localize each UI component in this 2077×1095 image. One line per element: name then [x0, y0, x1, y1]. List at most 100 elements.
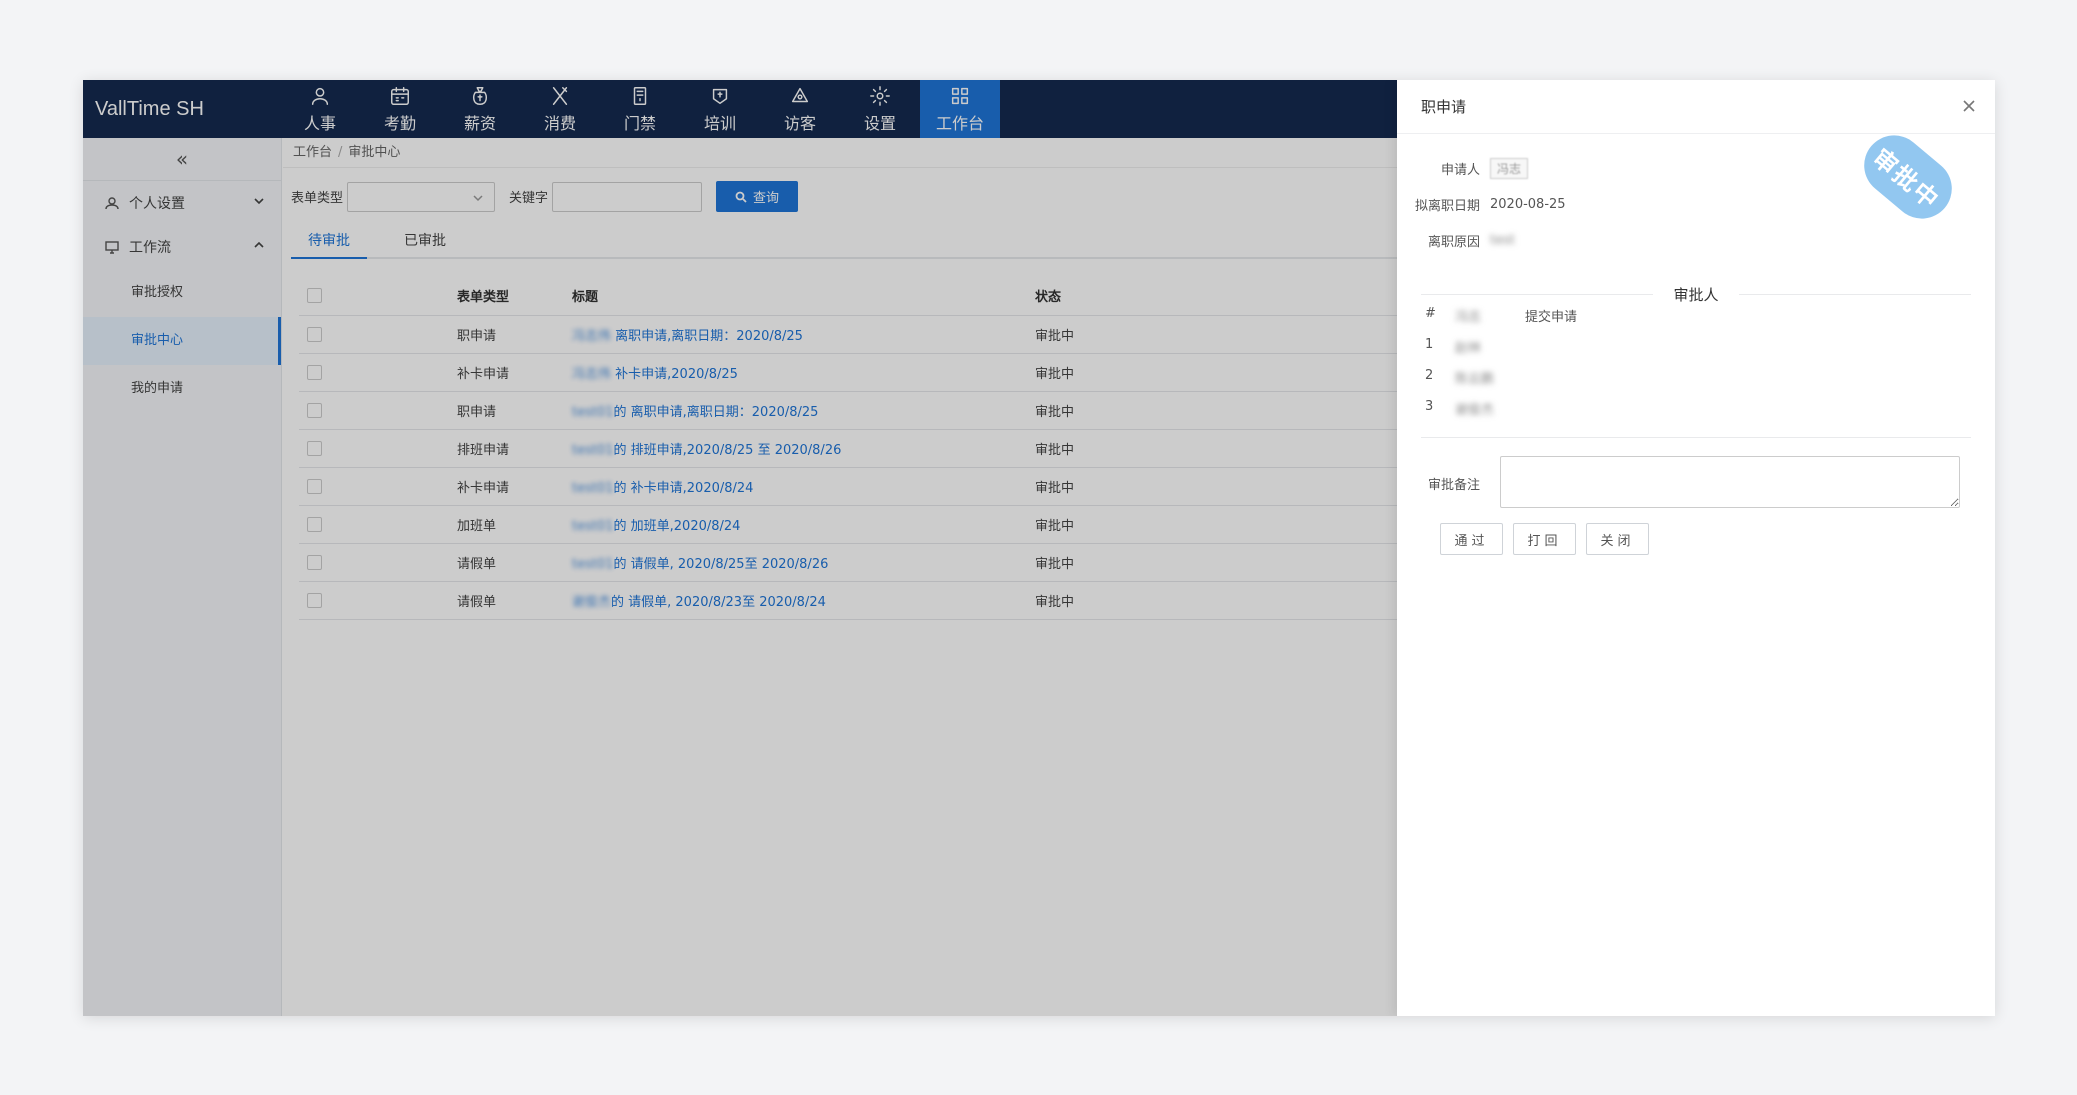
row-status: 审批中 — [1035, 429, 1429, 468]
row-checkbox-cell — [299, 429, 329, 468]
sidebar-item-my-applications[interactable]: 我的申请 — [83, 365, 281, 413]
row-title-text: 的 请假单, 2020/8/23至 2020/8/24 — [611, 594, 826, 610]
nav-item-salary[interactable]: 薪资 — [440, 80, 520, 138]
row-status: 审批中 — [1035, 353, 1429, 392]
row-form-type: 补卡申请 — [329, 467, 572, 506]
row-form-type: 请假单 — [329, 581, 572, 620]
field-label: 拟离职日期 — [1414, 199, 1480, 214]
tab-pending[interactable]: 待审批 — [291, 225, 367, 259]
approver-name: 陈云鹏 — [1455, 372, 1495, 387]
nav-item-access-control[interactable]: 门禁 — [600, 80, 680, 138]
row-title-text: 离职申请,离职日期：2020/8/25 — [611, 328, 803, 344]
approver-num: 2 — [1425, 368, 1434, 383]
nav-item-workbench[interactable]: 工作台 — [920, 80, 1000, 138]
nav-label: 培训 — [703, 113, 736, 133]
sidebar-collapse-button[interactable]: « — [83, 138, 281, 181]
chevron-down-icon — [473, 194, 483, 201]
row-checkbox[interactable] — [307, 554, 322, 570]
row-title-link[interactable]: 谢俊杰的 请假单, 2020/8/23至 2020/8/24 — [572, 581, 1035, 620]
row-title-link[interactable]: test01的 加班单,2020/8/24 — [572, 505, 1035, 544]
row-form-type: 排班申请 — [329, 429, 572, 468]
row-title-text: 的 排班申请,2020/8/25 至 2020/8/26 — [613, 442, 842, 458]
row-form-type: 补卡申请 — [329, 353, 572, 392]
sidebar-item-approval-authorization[interactable]: 审批授权 — [83, 269, 281, 317]
row-form-type: 请假单 — [329, 543, 572, 582]
approver-row: 1 赵林 — [1425, 337, 1525, 356]
row-checkbox[interactable] — [307, 592, 322, 608]
row-title-link[interactable]: 冯志伟 补卡申请,2020/8/25 — [572, 353, 1035, 392]
search-button-label: 查询 — [753, 191, 780, 206]
row-title-link[interactable]: 冯志伟 离职申请,离职日期：2020/8/25 — [572, 315, 1035, 354]
row-title-text: 的 请假单, 2020/8/25至 2020/8/26 — [613, 556, 829, 572]
row-checkbox[interactable] — [307, 440, 322, 456]
sidebar-group-workflow[interactable]: 工作流 — [83, 225, 281, 269]
table-row[interactable]: 请假单 test01的 请假单, 2020/8/25至 2020/8/26 审批中 — [299, 543, 1429, 582]
table-row[interactable]: 补卡申请 test01的 补卡申请,2020/8/24 审批中 — [299, 467, 1429, 506]
nav-item-attendance[interactable]: 考勤 — [360, 80, 440, 138]
approve-button[interactable]: 通过 — [1440, 523, 1503, 555]
row-checkbox[interactable] — [307, 364, 322, 380]
sidebar: « 个人设置 工作流 审批授权 审批中心 我的申请 — [83, 138, 282, 1016]
nav-label: 访客 — [783, 113, 816, 133]
nav-item-personnel[interactable]: 人事 — [280, 80, 360, 138]
row-title-link[interactable]: test01的 排班申请,2020/8/25 至 2020/8/26 — [572, 429, 1035, 468]
row-checkbox[interactable] — [307, 478, 322, 494]
select-all-checkbox[interactable] — [307, 288, 322, 304]
approver-num: # — [1425, 306, 1436, 321]
sidebar-item-approval-center[interactable]: 审批中心 — [83, 317, 281, 365]
section-divider — [1421, 437, 1971, 438]
door-icon — [633, 86, 647, 105]
table-row[interactable]: 职申请 test01的 离职申请,离职日期：2020/8/25 审批中 — [299, 391, 1429, 430]
nav-item-training[interactable]: 培训 — [680, 80, 760, 138]
gear-icon — [870, 85, 890, 106]
money-bag-icon — [472, 86, 488, 105]
table-row[interactable]: 职申请 冯志伟 离职申请,离职日期：2020/8/25 审批中 — [299, 315, 1429, 354]
approver-num: 1 — [1425, 337, 1434, 352]
grid-icon — [951, 87, 969, 104]
row-status: 审批中 — [1035, 543, 1429, 582]
header-checkbox-cell — [299, 277, 329, 316]
field-label: 申请人 — [1440, 163, 1480, 178]
calendar-icon — [391, 86, 409, 105]
table-row[interactable]: 加班单 test01的 加班单,2020/8/24 审批中 — [299, 505, 1429, 544]
keyword-label: 关键字 — [509, 191, 549, 206]
close-button[interactable]: 关闭 — [1586, 523, 1649, 555]
approver-name: 谢俊杰 — [1455, 403, 1495, 418]
row-checkbox[interactable] — [307, 326, 322, 342]
reject-button[interactable]: 打回 — [1513, 523, 1576, 555]
nav-item-visitor[interactable]: 访客 — [760, 80, 840, 138]
keyword-input[interactable] — [552, 181, 703, 212]
brand-logo: VallTime SH — [95, 98, 204, 120]
table-row[interactable]: 排班申请 test01的 排班申请,2020/8/25 至 2020/8/26 审批… — [299, 429, 1429, 468]
nav-item-settings[interactable]: 设置 — [840, 80, 920, 138]
remark-textarea[interactable] — [1500, 456, 1960, 508]
breadcrumb-root[interactable]: 工作台 — [293, 145, 332, 160]
row-checkbox[interactable] — [307, 402, 322, 418]
row-title-user: 谢俊杰 — [572, 594, 612, 610]
nav-item-consumption[interactable]: 消费 — [520, 80, 600, 138]
row-form-type: 职申请 — [329, 391, 572, 430]
approval-table: 表单类型 标题 状态 职申请 冯志伟 离职申请,离职日期：2020/8/25 审批中… — [299, 277, 1429, 620]
sidebar-group-label: 工作流 — [129, 240, 171, 256]
approver-num: 3 — [1425, 399, 1434, 414]
tab-approved[interactable]: 已审批 — [387, 225, 463, 257]
table-row[interactable]: 补卡申请 冯志伟 补卡申请,2020/8/25 审批中 — [299, 353, 1429, 392]
nav-label: 人事 — [303, 113, 336, 133]
row-title-user: test01 — [572, 404, 614, 420]
row-title-link[interactable]: test01的 补卡申请,2020/8/24 — [572, 467, 1035, 506]
row-title-user: 冯志伟 — [572, 328, 612, 344]
form-type-select[interactable] — [347, 181, 496, 212]
close-icon[interactable] — [1961, 98, 1977, 114]
sidebar-group-personal-settings[interactable]: 个人设置 — [83, 181, 281, 225]
approver-row: 3 谢俊杰 — [1425, 399, 1525, 418]
row-title-link[interactable]: test01的 离职申请,离职日期：2020/8/25 — [572, 391, 1035, 430]
approver-name: 赵林 — [1455, 341, 1482, 356]
field-resign-reason: 离职原因 test — [1397, 231, 1515, 250]
search-button[interactable]: 查询 — [716, 181, 799, 212]
table-header-row: 表单类型 标题 状态 — [299, 277, 1429, 316]
row-checkbox[interactable] — [307, 516, 322, 532]
table-row[interactable]: 请假单 谢俊杰的 请假单, 2020/8/23至 2020/8/24 审批中 — [299, 581, 1429, 620]
row-title-link[interactable]: test01的 请假单, 2020/8/25至 2020/8/26 — [572, 543, 1035, 582]
row-checkbox-cell — [299, 391, 329, 430]
row-status: 审批中 — [1035, 391, 1429, 430]
